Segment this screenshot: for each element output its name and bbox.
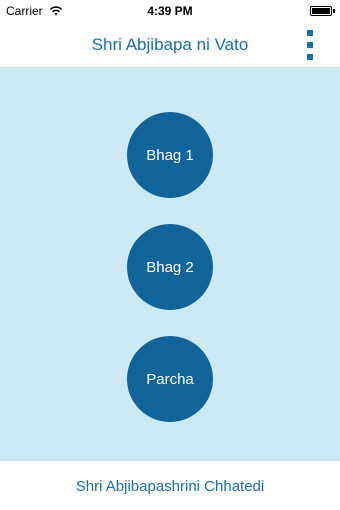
parcha-label: Parcha bbox=[146, 370, 194, 388]
bhag-2-label: Bhag 2 bbox=[146, 258, 194, 276]
menu-dot bbox=[307, 42, 313, 48]
bhag-1-button[interactable]: Bhag 1 bbox=[127, 112, 213, 198]
status-time: 4:39 PM bbox=[147, 4, 193, 18]
vertical-dots-icon[interactable] bbox=[304, 28, 314, 62]
page-title: Shri Abjibapa ni Vato bbox=[91, 35, 249, 54]
app-screen: Carrier 4:39 PM Shri Abjibapa ni Vato Bh… bbox=[0, 0, 340, 510]
status-bar: Carrier 4:39 PM bbox=[0, 0, 340, 22]
navigation-bar: Shri Abjibapa ni Vato bbox=[0, 22, 340, 68]
menu-dot bbox=[307, 54, 313, 60]
footer-link[interactable]: Shri Abjibapashrini Chhatedi bbox=[0, 478, 340, 495]
bhag-2-button[interactable]: Bhag 2 bbox=[127, 224, 213, 310]
footer: Shri Abjibapashrini Chhatedi bbox=[0, 461, 340, 510]
main-content: Bhag 1 Bhag 2 Parcha bbox=[0, 68, 340, 461]
parcha-button[interactable]: Parcha bbox=[127, 336, 213, 422]
bhag-1-label: Bhag 1 bbox=[146, 146, 194, 164]
battery-icon bbox=[310, 6, 335, 16]
menu-dot bbox=[307, 30, 313, 36]
